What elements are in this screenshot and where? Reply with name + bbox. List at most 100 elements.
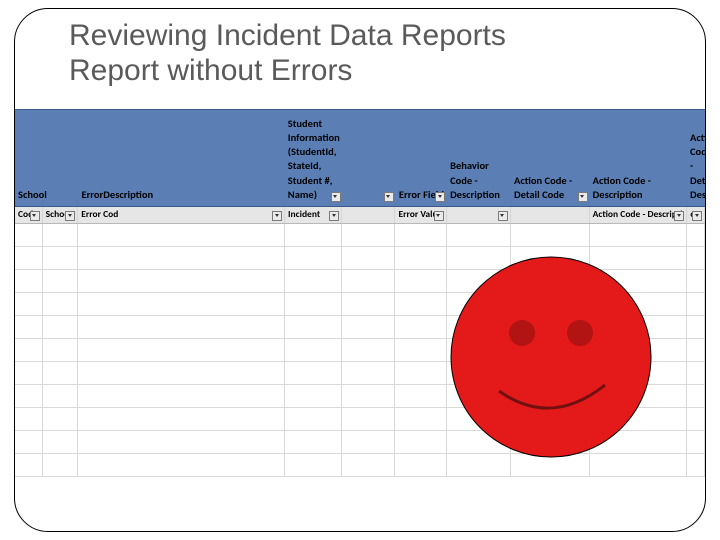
table-cell <box>342 293 395 315</box>
table-cell <box>342 431 395 453</box>
smiley-face-icon <box>447 253 655 461</box>
table-cell <box>43 431 79 453</box>
column-header-6[interactable]: Behavior Code - Description <box>447 157 511 204</box>
column-header-7[interactable]: Action Code - Detail Code <box>511 172 590 204</box>
table-cell <box>447 224 511 246</box>
column-filter-3[interactable]: Incident <box>285 207 342 223</box>
table-cell <box>43 270 79 292</box>
filter-dropdown-icon[interactable] <box>498 211 508 221</box>
table-cell <box>43 339 79 361</box>
column-filter-1[interactable]: Schoo <box>43 207 79 223</box>
table-cell <box>687 362 705 384</box>
table-cell <box>15 385 43 407</box>
table-cell <box>687 247 705 269</box>
table-cell <box>687 454 705 476</box>
table-cell <box>511 224 590 246</box>
table-cell <box>395 454 446 476</box>
column-filter-5[interactable]: Error Valu <box>395 207 446 223</box>
table-cell <box>285 408 342 430</box>
filter-dropdown-icon[interactable] <box>674 211 684 221</box>
table-cell <box>78 362 285 384</box>
column-header-8[interactable]: Action Code - Description <box>590 172 687 204</box>
filter-dropdown-icon[interactable] <box>692 211 702 221</box>
column-header-9[interactable]: Action Code - Detail Descripti <box>687 129 705 204</box>
table-cell <box>342 270 395 292</box>
table-cell <box>342 362 395 384</box>
column-filter-7[interactable] <box>511 207 590 223</box>
table-cell <box>687 431 705 453</box>
table-cell <box>15 316 43 338</box>
filter-dropdown-icon[interactable] <box>65 211 75 221</box>
table-cell <box>342 224 395 246</box>
table-cell <box>43 385 79 407</box>
column-header-0[interactable]: School <box>15 186 43 204</box>
column-filter-0[interactable]: Cod <box>15 207 43 223</box>
smiley-face-circle <box>451 257 651 457</box>
table-cell <box>78 224 285 246</box>
table-cell <box>395 293 446 315</box>
table-cell <box>285 431 342 453</box>
table-cell <box>43 316 79 338</box>
smiley-right-eye <box>567 320 593 346</box>
table-cell <box>395 247 446 269</box>
table-cell <box>43 362 79 384</box>
filter-dropdown-icon[interactable] <box>329 211 339 221</box>
title-line-1: Reviewing Incident Data Reports <box>69 19 506 52</box>
column-header-2[interactable]: ErrorDescription <box>78 186 284 204</box>
title-line-2: Report without Errors <box>69 54 675 89</box>
column-filter-6[interactable] <box>447 207 511 223</box>
column-header-5[interactable]: Error Field <box>396 186 447 204</box>
table-filter-row: CodSchooError CodIncident Error Valu Actio… <box>15 207 705 224</box>
header-dropdown-icon[interactable] <box>435 192 445 202</box>
column-header-1[interactable] <box>43 200 78 204</box>
table-cell <box>342 339 395 361</box>
table-cell <box>78 408 285 430</box>
table-cell <box>342 316 395 338</box>
table-cell <box>395 385 446 407</box>
table-cell <box>285 339 342 361</box>
column-filter-4[interactable] <box>342 207 395 223</box>
table-cell <box>285 385 342 407</box>
table-cell <box>43 224 79 246</box>
column-filter-9[interactable]: on <box>687 207 705 223</box>
table-cell <box>395 362 446 384</box>
table-cell <box>687 293 705 315</box>
table-cell <box>78 385 285 407</box>
column-header-3[interactable]: Student Information (StudentId, StateId,… <box>285 115 343 204</box>
table-cell <box>687 270 705 292</box>
table-cell <box>43 454 79 476</box>
column-header-4[interactable] <box>343 200 396 204</box>
table-cell <box>342 247 395 269</box>
filter-dropdown-icon[interactable] <box>272 211 282 221</box>
table-cell <box>78 247 285 269</box>
table-cell <box>342 408 395 430</box>
slide-frame: Reviewing Incident Data Reports Report w… <box>14 8 706 532</box>
table-cell <box>285 362 342 384</box>
table-cell <box>285 316 342 338</box>
table-cell <box>15 224 43 246</box>
table-cell <box>687 408 705 430</box>
table-cell <box>15 408 43 430</box>
table-cell <box>590 224 688 246</box>
table-cell <box>43 293 79 315</box>
table-row <box>15 224 705 247</box>
table-cell <box>285 454 342 476</box>
column-filter-8[interactable]: Action Code - Descripti <box>590 207 688 223</box>
table-cell <box>78 316 285 338</box>
table-cell <box>342 454 395 476</box>
table-cell <box>285 247 342 269</box>
table-cell <box>395 224 446 246</box>
table-cell <box>687 385 705 407</box>
column-filter-2[interactable]: Error Cod <box>78 207 285 223</box>
table-cell <box>15 247 43 269</box>
table-cell <box>285 293 342 315</box>
header-dropdown-icon[interactable] <box>331 192 341 202</box>
table-cell <box>78 293 285 315</box>
table-cell <box>395 431 446 453</box>
table-cell <box>395 408 446 430</box>
header-dropdown-icon[interactable] <box>578 192 588 202</box>
filter-dropdown-icon[interactable] <box>30 211 40 221</box>
table-cell <box>285 224 342 246</box>
filter-dropdown-icon[interactable] <box>434 211 444 221</box>
header-dropdown-icon[interactable] <box>384 192 394 202</box>
